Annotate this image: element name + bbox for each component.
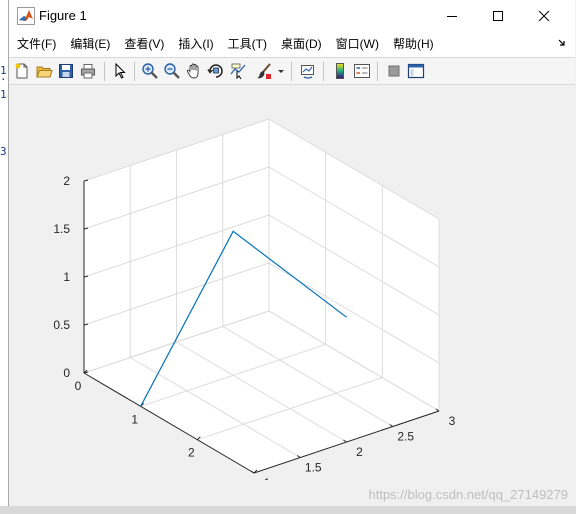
y-tick-label: 2.5 — [397, 430, 414, 444]
print-icon[interactable] — [79, 62, 97, 80]
figure-window: Figure 1 文件(F) 编辑(E) 查看(V) 插入(I) 工具(T) 桌… — [8, 0, 575, 506]
brush-dropdown-arrow-icon[interactable] — [277, 62, 285, 80]
minimize-button[interactable] — [429, 0, 475, 31]
watermark-text: https://blog.csdn.net/qq_27149279 — [368, 487, 569, 502]
insert-colorbar-icon[interactable] — [331, 62, 349, 80]
insert-legend-icon[interactable] — [353, 62, 371, 80]
zoom-in-icon[interactable] — [141, 62, 159, 80]
dock-arrow-icon[interactable] — [557, 36, 567, 50]
data-cursor-icon[interactable] — [229, 62, 247, 80]
background-text-fragment: 1 — [0, 64, 7, 77]
save-icon[interactable] — [57, 62, 75, 80]
menu-window[interactable]: 窗口(W) — [329, 31, 386, 57]
zoom-out-icon[interactable] — [163, 62, 181, 80]
pan-hand-icon[interactable] — [185, 62, 203, 80]
x-tick-label: 1 — [131, 412, 138, 426]
open-file-icon[interactable] — [35, 62, 53, 80]
matlab-logo-icon — [17, 7, 35, 25]
plot-canvas[interactable]: 012311.522.5300.511.52 — [9, 85, 575, 493]
hide-plot-tools-icon[interactable] — [385, 62, 403, 80]
menu-edit[interactable]: 编辑(E) — [63, 31, 117, 57]
menu-bar: 文件(F) 编辑(E) 查看(V) 插入(I) 工具(T) 桌面(D) 窗口(W… — [9, 31, 575, 57]
rotate-3d-icon[interactable] — [207, 62, 225, 80]
brush-data-icon[interactable] — [255, 62, 273, 80]
menu-desktop[interactable]: 桌面(D) — [274, 31, 329, 57]
title-bar[interactable]: Figure 1 — [9, 0, 575, 31]
toolbar-separator — [134, 62, 135, 81]
z-tick-label: 2 — [63, 174, 70, 188]
z-tick-label: 0.5 — [53, 318, 70, 332]
figure-toolbar — [9, 57, 575, 85]
minimize-icon — [447, 15, 457, 17]
taskbar-edge — [0, 506, 576, 514]
maximize-button[interactable] — [475, 0, 521, 31]
new-figure-icon[interactable] — [13, 62, 31, 80]
z-tick-label: 1 — [63, 270, 70, 284]
x-tick-label: 2 — [188, 446, 195, 460]
z-tick-label: 1.5 — [53, 222, 70, 236]
edit-plot-pointer-icon[interactable] — [111, 62, 129, 80]
z-tick-label: 0 — [63, 366, 70, 380]
background-text-fragment: 1 — [0, 88, 7, 101]
y-tick-label: 3 — [449, 414, 456, 428]
x-tick-label: 0 — [75, 379, 82, 393]
menu-file[interactable]: 文件(F) — [9, 31, 63, 57]
link-plot-icon[interactable] — [299, 62, 317, 80]
toolbar-separator — [104, 62, 105, 81]
close-icon — [538, 10, 550, 21]
axes-3d[interactable]: 012311.522.5300.511.52 — [9, 85, 575, 493]
toolbar-separator — [377, 62, 378, 81]
show-plot-tools-icon[interactable] — [407, 62, 425, 80]
maximize-icon — [493, 10, 503, 21]
menu-help[interactable]: 帮助(H) — [386, 31, 441, 57]
close-button[interactable] — [521, 0, 567, 31]
toolbar-separator — [323, 62, 324, 81]
menu-tools[interactable]: 工具(T) — [221, 31, 274, 57]
y-tick-label: 2 — [356, 445, 363, 459]
menu-insert[interactable]: 插入(I) — [171, 31, 220, 57]
toolbar-separator — [291, 62, 292, 81]
menu-view[interactable]: 查看(V) — [117, 31, 171, 57]
y-tick-label: 1.5 — [305, 461, 322, 475]
window-title: Figure 1 — [39, 8, 87, 23]
